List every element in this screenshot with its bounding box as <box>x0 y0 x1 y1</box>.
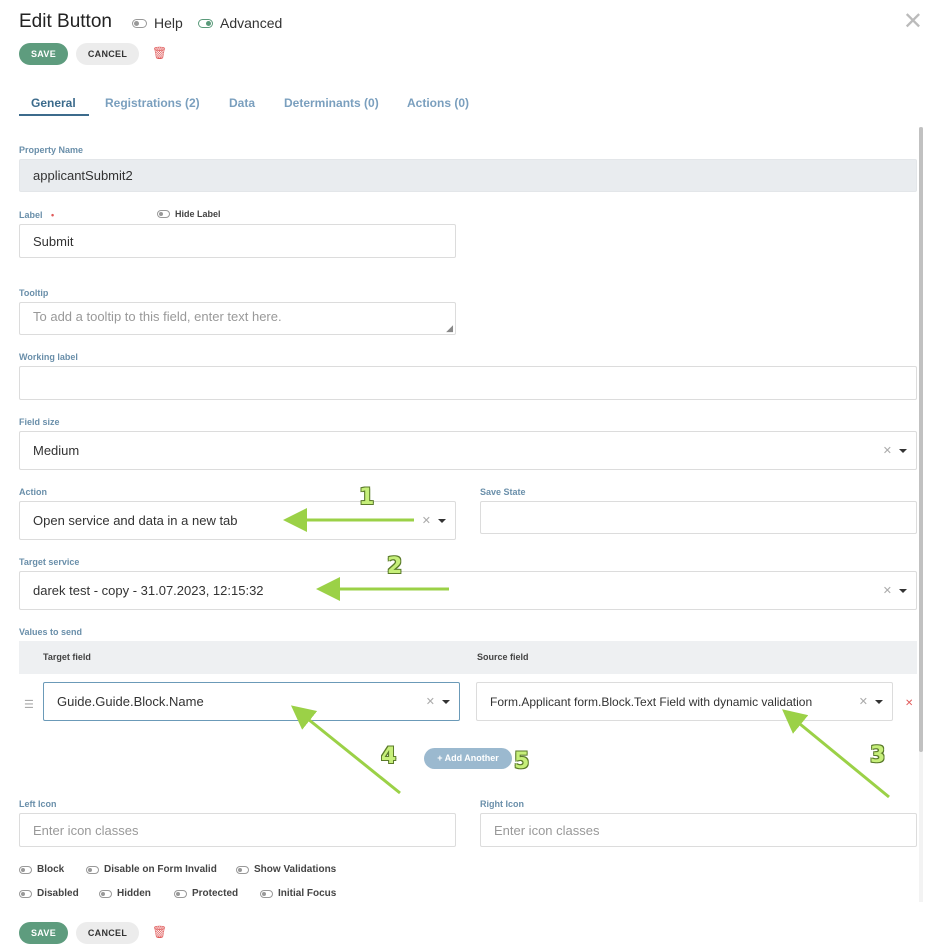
annotation-3: 3 <box>870 743 886 768</box>
annotation-arrows <box>283 508 890 799</box>
annotation-4: 4 <box>381 744 397 769</box>
annotation-2: 2 <box>387 554 403 579</box>
annotation-5: 5 <box>514 749 530 774</box>
annotation-1: 1 <box>359 485 375 510</box>
